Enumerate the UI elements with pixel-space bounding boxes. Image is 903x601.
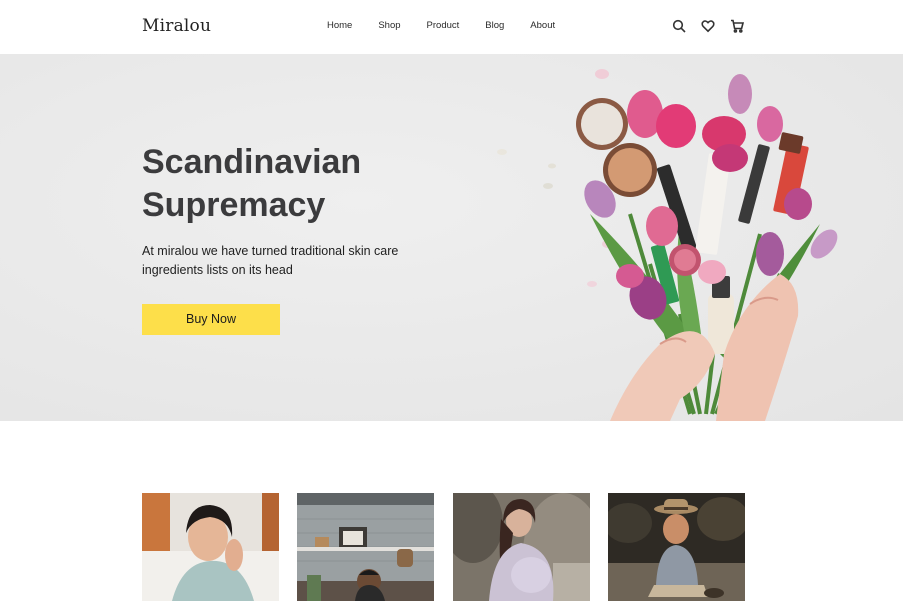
hero-subtitle: At miralou we have turned traditional sk…: [142, 244, 399, 277]
hero-banner: Scandinavian Supremacy At miralou we hav…: [0, 54, 903, 421]
buy-now-button[interactable]: Buy Now: [142, 304, 280, 335]
nav-blog-link[interactable]: Blog: [485, 20, 504, 31]
woman-knit-sweater-photo[interactable]: [142, 493, 279, 601]
nav-home-link[interactable]: Home: [327, 20, 352, 31]
hero-title-line2: Supremacy: [142, 186, 326, 224]
top-navbar: Miralou Home Shop Product Blog About: [0, 0, 903, 54]
man-at-desk-photo[interactable]: [297, 493, 434, 601]
hero-title-line1: Scandinavian: [142, 143, 362, 181]
heart-icon[interactable]: [701, 19, 717, 35]
child-with-hat-photo[interactable]: [608, 493, 745, 601]
cart-icon[interactable]: [730, 19, 746, 35]
hero-title: Scandinavian Supremacy: [142, 141, 462, 227]
tulip-cosmetics-bouquet-image: [497, 69, 838, 421]
nav-about-link[interactable]: About: [530, 20, 555, 31]
nav-product-link[interactable]: Product: [427, 20, 460, 31]
pregnant-woman-photo[interactable]: [453, 493, 590, 601]
search-icon[interactable]: [672, 19, 688, 35]
nav-icons: [672, 19, 759, 35]
brand-logo[interactable]: Miralou: [142, 16, 211, 36]
main-menu: Home Shop Product Blog About: [327, 20, 581, 31]
nav-shop-link[interactable]: Shop: [378, 20, 400, 31]
